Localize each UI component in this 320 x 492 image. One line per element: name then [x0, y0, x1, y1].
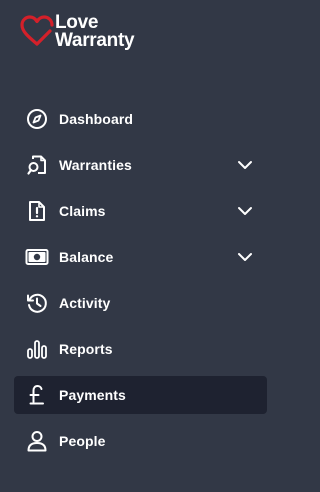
- compass-icon: [25, 108, 49, 130]
- chevron-down-icon[interactable]: [237, 251, 253, 263]
- nav-label-warranties: Warranties: [59, 157, 132, 173]
- brand-wordmark: Love Warranty: [55, 13, 135, 51]
- bar-chart-icon: [25, 338, 49, 360]
- nav-item-claims[interactable]: Claims: [14, 192, 267, 230]
- banknote-icon: [25, 246, 49, 268]
- document-alert-icon: [25, 200, 49, 222]
- heart-logo-icon: [20, 15, 54, 46]
- nav-label-claims: Claims: [59, 203, 106, 219]
- nav-item-people[interactable]: People: [14, 422, 267, 460]
- nav-item-dashboard[interactable]: Dashboard: [14, 100, 267, 138]
- nav-label-payments: Payments: [59, 387, 126, 403]
- chevron-down-icon[interactable]: [237, 205, 253, 217]
- nav-item-payments[interactable]: Payments: [14, 376, 267, 414]
- person-icon: [25, 430, 49, 452]
- nav-label-reports: Reports: [59, 341, 113, 357]
- nav-item-activity[interactable]: Activity: [14, 284, 267, 322]
- document-search-icon: [25, 154, 49, 176]
- nav-label-balance: Balance: [59, 249, 114, 265]
- chevron-down-icon[interactable]: [237, 159, 253, 171]
- brand-line-2: Warranty: [55, 30, 135, 51]
- sidebar: Love Warranty Dashboard Warranties Claim…: [0, 0, 280, 492]
- nav-label-people: People: [59, 433, 106, 449]
- nav-item-reports[interactable]: Reports: [14, 330, 267, 368]
- main-nav: Dashboard Warranties Claims Balance Acti…: [14, 100, 267, 468]
- nav-label-dashboard: Dashboard: [59, 111, 134, 127]
- nav-item-warranties[interactable]: Warranties: [14, 146, 267, 184]
- nav-label-activity: Activity: [59, 295, 111, 311]
- history-icon: [25, 292, 49, 314]
- nav-item-balance[interactable]: Balance: [14, 238, 267, 276]
- brand-logo[interactable]: Love Warranty: [20, 13, 150, 54]
- pound-icon: [25, 384, 49, 406]
